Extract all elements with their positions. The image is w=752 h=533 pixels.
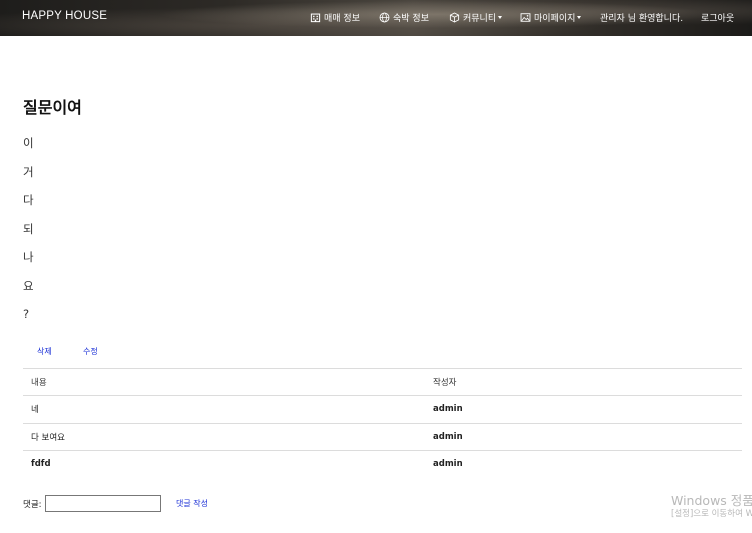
delete-button[interactable]: 삭제 <box>37 346 52 357</box>
nav-item-mypage[interactable]: 마이페이지 <box>520 10 582 24</box>
comment-label: 댓글: <box>23 500 42 510</box>
column-header-content: 내용 <box>31 378 47 389</box>
table-header-row: 내용 작성자 <box>23 368 742 395</box>
post-content-line: 다 <box>23 193 34 207</box>
comment-author: admin <box>433 459 463 470</box>
logout-link[interactable]: 로그아웃 <box>701 10 734 24</box>
comment-author: admin <box>433 431 463 442</box>
table-row: 네 admin <box>23 395 742 422</box>
nav-label: 매매 정보 <box>324 13 360 24</box>
comment-table: 내용 작성자 네 admin 다 보여요 admin fdfd admin <box>23 368 742 477</box>
comment-content: 네 <box>31 405 39 416</box>
brand-logo[interactable]: HAPPY HOUSE <box>22 10 107 22</box>
post-content-line: 되 <box>23 221 34 236</box>
edit-button[interactable]: 수정 <box>83 346 98 357</box>
column-header-author: 작성자 <box>433 378 457 389</box>
chevron-down-icon <box>498 15 503 19</box>
post-content-line: 거 <box>23 164 34 179</box>
table-row: 다 보여요 admin <box>23 422 742 450</box>
comment-content: 다 보여요 <box>31 432 65 443</box>
nav-label: 마이페이지 <box>534 13 576 24</box>
comment-author: admin <box>433 404 463 415</box>
comment-submit-button[interactable]: 댓글 작성 <box>176 498 208 509</box>
table-row: fdfd admin <box>23 449 742 477</box>
watermark-title: Windows 정품 인증 <box>671 493 752 508</box>
post-content: 이 거 다 되 나 요 ? <box>23 136 34 336</box>
comment-input[interactable] <box>45 495 161 512</box>
comment-content: fdfd <box>31 459 51 470</box>
image-icon <box>520 12 531 23</box>
nav-label: 커뮤니티 <box>463 13 497 24</box>
nav-item-community[interactable]: 커뮤니티 <box>449 10 503 24</box>
nav-item-sales-info[interactable]: 매매 정보 <box>310 10 360 24</box>
post-content-line: 요 <box>23 278 34 293</box>
post-content-line: 나 <box>23 250 34 264</box>
post-content-line: 이 <box>23 136 34 150</box>
building-icon <box>310 12 321 23</box>
top-navbar: HAPPY HOUSE 매매 정보 숙박 정보 커뮤니티 마이페이지 관리자 님… <box>0 0 752 36</box>
box-icon <box>449 12 460 23</box>
post-content-line: ? <box>23 307 30 321</box>
welcome-text: 관리자 님 환영합니다. <box>600 13 684 24</box>
nav-item-lodging-info[interactable]: 숙박 정보 <box>379 10 429 24</box>
nav-label: 숙박 정보 <box>393 13 429 24</box>
chevron-down-icon <box>577 15 582 19</box>
windows-activation-watermark: Windows 정품 인증 [설정]으로 이동하여 Windows를 정품 인증… <box>671 493 752 521</box>
watermark-subtitle: [설정]으로 이동하여 Windows를 정품 인증합니다. <box>671 509 752 519</box>
globe-icon <box>379 12 390 23</box>
post-title: 질문이여 <box>23 98 82 117</box>
